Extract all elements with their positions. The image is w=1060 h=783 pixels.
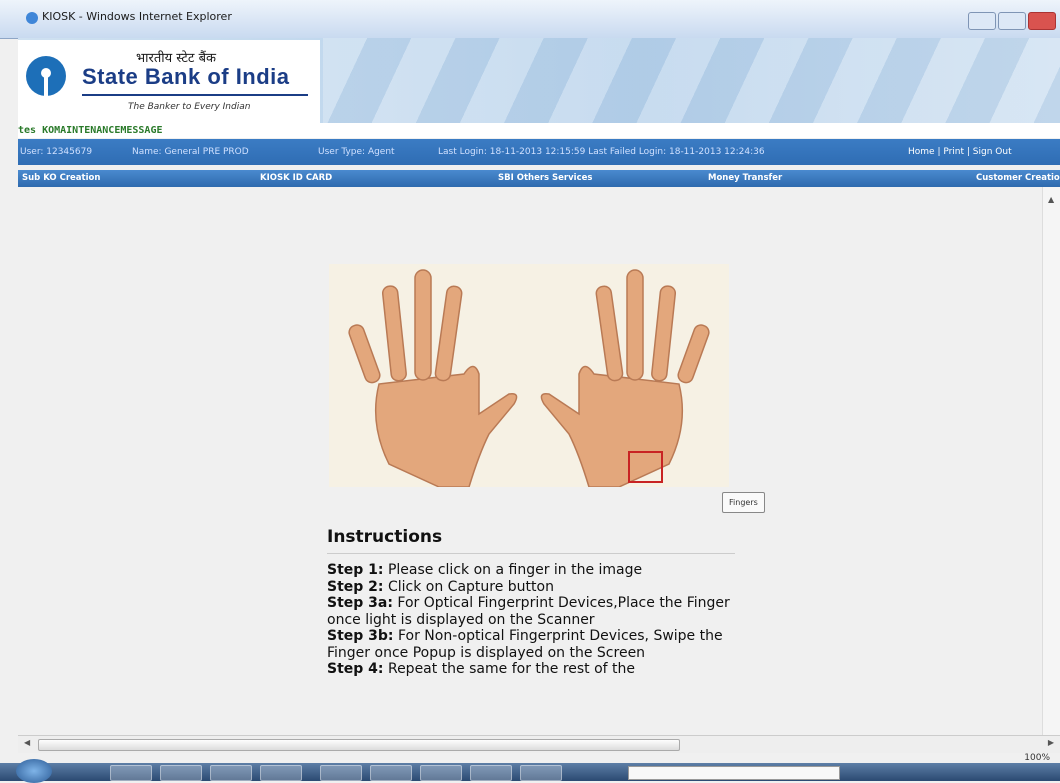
user-id: User: 12345679 bbox=[20, 147, 93, 157]
bank-tagline: The Banker to Every Indian bbox=[128, 102, 251, 112]
hands-illustration bbox=[348, 269, 710, 488]
horizontal-scroll-thumb[interactable] bbox=[38, 739, 680, 751]
menu-item-sbi-others-services[interactable]: SBI Others Services bbox=[498, 170, 592, 187]
instructions-heading: Instructions bbox=[327, 527, 735, 554]
taskbar-app[interactable] bbox=[210, 765, 252, 781]
sbi-logo-icon bbox=[26, 56, 66, 96]
maximize-button[interactable] bbox=[998, 12, 1026, 30]
step-2: Step 2: Click on Capture button bbox=[327, 578, 554, 595]
minimize-button[interactable] bbox=[968, 12, 996, 30]
instructions-steps: Step 1: Please click on a finger in the … bbox=[327, 562, 737, 678]
taskbar-app[interactable] bbox=[160, 765, 202, 781]
login-info: Last Login: 18-11-2013 12:15:59 Last Fai… bbox=[438, 147, 765, 157]
menu-item-sub-ko-creation[interactable]: Sub KO Creation bbox=[22, 170, 100, 187]
internet-explorer-icon bbox=[26, 12, 38, 24]
bank-logo-block: भारतीय स्टेट बैंक State Bank of India Th… bbox=[18, 40, 320, 123]
window-controls bbox=[968, 12, 1056, 30]
user-info-bar: User: 12345679 Name: General PRE PROD Us… bbox=[18, 139, 1060, 165]
taskbar-app[interactable] bbox=[470, 765, 512, 781]
window-title: KIOSK - Windows Internet Explorer bbox=[42, 10, 232, 23]
menu-item-money-transfer[interactable]: Money Transfer bbox=[708, 170, 782, 187]
bank-name: State Bank of India bbox=[82, 64, 290, 89]
logo-rule bbox=[82, 94, 308, 96]
window-titlebar: KIOSK - Windows Internet Explorer bbox=[0, 0, 1060, 39]
step-3b: Step 3b: For Non-optical Fingerprint Dev… bbox=[327, 628, 723, 661]
selected-finger-marker bbox=[628, 451, 663, 483]
taskbar-app[interactable] bbox=[420, 765, 462, 781]
hands-image[interactable] bbox=[329, 264, 729, 488]
message-ticker: tes KOMAINTENANCEMESSAGE bbox=[18, 123, 1060, 138]
taskbar-app[interactable] bbox=[260, 765, 302, 781]
scroll-up-icon[interactable]: ▲ bbox=[1048, 195, 1054, 204]
scroll-left-icon[interactable]: ◀ bbox=[24, 738, 30, 747]
taskbar-app[interactable] bbox=[520, 765, 562, 781]
user-type: User Type: Agent bbox=[318, 147, 395, 157]
taskbar-app[interactable] bbox=[320, 765, 362, 781]
step-3a: Step 3a: For Optical Fingerprint Devices… bbox=[327, 595, 730, 628]
menu-item-customer-creation[interactable]: Customer Creatio bbox=[976, 170, 1060, 187]
taskbar-app[interactable] bbox=[370, 765, 412, 781]
windows-taskbar bbox=[0, 759, 1060, 783]
start-button[interactable] bbox=[16, 759, 52, 783]
main-content: Fingers Instructions Step 1: Please clic… bbox=[18, 187, 1042, 735]
menu-item-kiosk-id-card[interactable]: KIOSK ID CARD bbox=[260, 170, 332, 187]
step-1: Step 1: Please click on a finger in the … bbox=[327, 562, 643, 578]
instructions-panel: Instructions Step 1: Please click on a f… bbox=[327, 527, 737, 678]
main-menu: Sub KO Creation KIOSK ID CARD SBI Others… bbox=[18, 170, 1060, 187]
scroll-right-icon[interactable]: ▶ bbox=[1048, 738, 1054, 747]
header-links[interactable]: Home | Print | Sign Out bbox=[908, 139, 1012, 165]
fingers-button[interactable]: Fingers bbox=[722, 492, 765, 513]
vertical-scrollbar[interactable]: ▲ bbox=[1042, 187, 1060, 735]
user-name: Name: General PRE PROD bbox=[132, 147, 249, 157]
horizontal-scrollbar[interactable]: ◀ ▶ bbox=[18, 735, 1060, 753]
taskbar-search[interactable] bbox=[628, 766, 840, 780]
close-button[interactable] bbox=[1028, 12, 1056, 30]
zoom-level[interactable]: 100% bbox=[1024, 753, 1050, 763]
taskbar-app[interactable] bbox=[110, 765, 152, 781]
step-4: Step 4: Repeat the same for the rest of … bbox=[327, 661, 636, 677]
